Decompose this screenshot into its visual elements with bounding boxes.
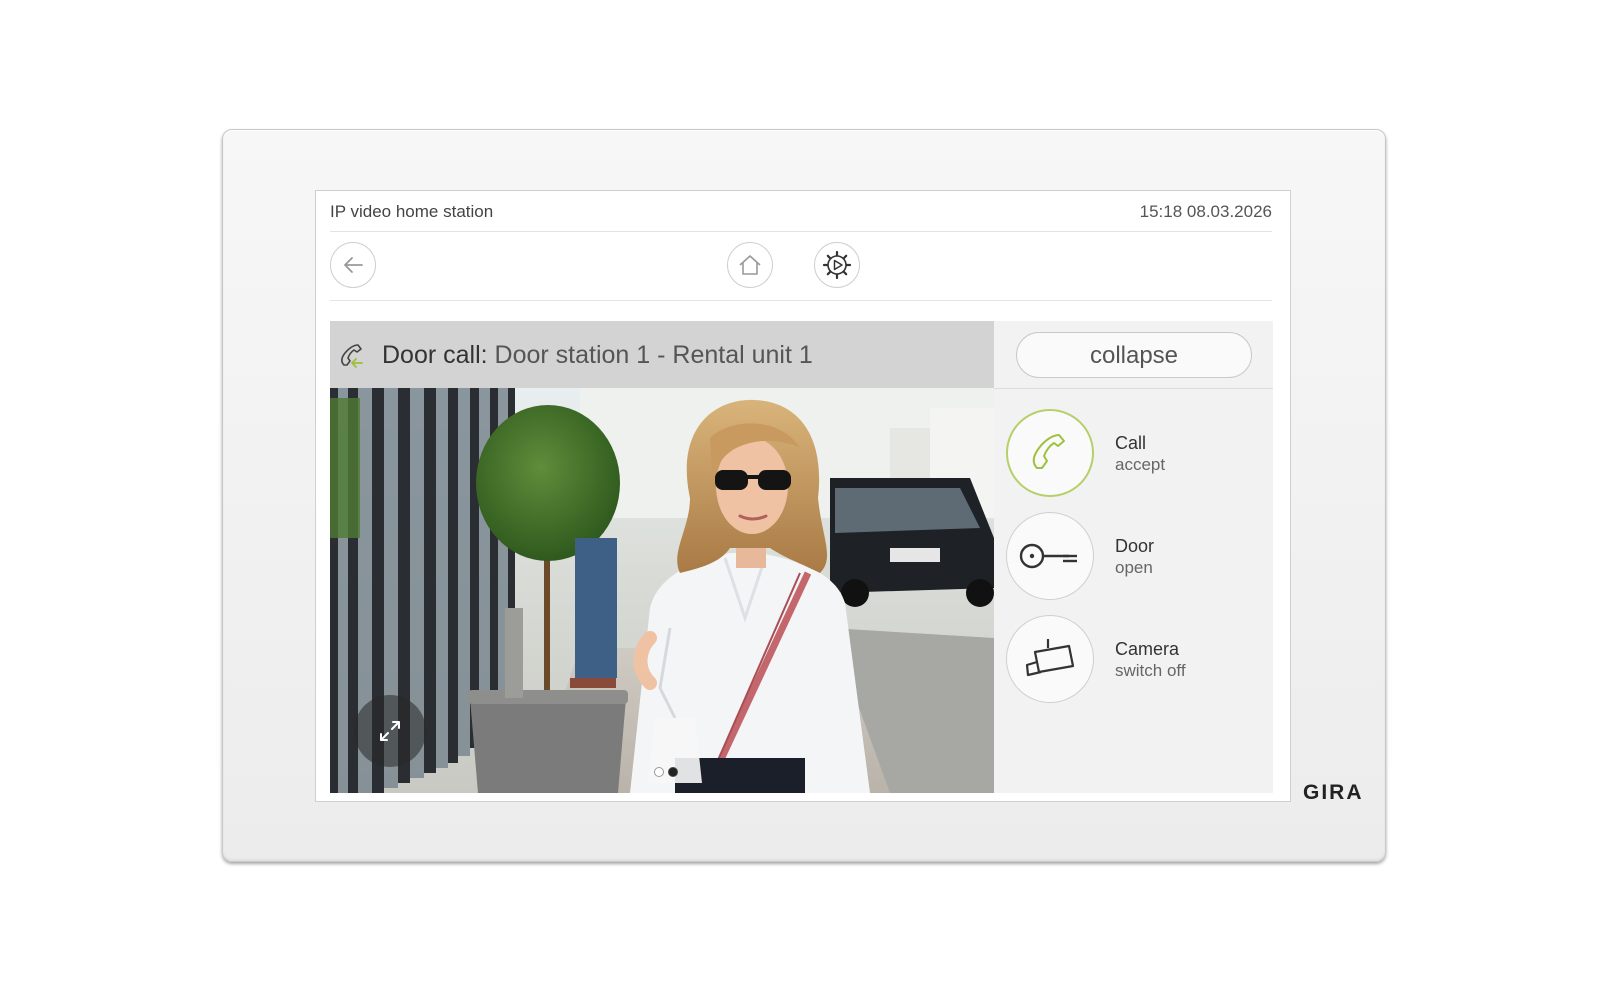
call-header: Door call: Door station 1 - Rental unit … <box>330 321 994 388</box>
collapse-button[interactable]: collapse <box>1016 332 1252 378</box>
page-indicator <box>654 767 678 777</box>
settings-button[interactable] <box>814 242 860 288</box>
call-accept-button[interactable] <box>1006 409 1094 497</box>
camera-video-feed <box>330 388 994 793</box>
home-button[interactable] <box>727 242 773 288</box>
page-dot-2[interactable] <box>668 767 678 777</box>
title-bar: IP video home station 15:18 08.03.2026 <box>330 191 1272 232</box>
camera-off-action[interactable]: Camera switch off <box>1006 615 1246 707</box>
call-label: Door call: <box>382 341 488 369</box>
video-panel: Door call: Door station 1 - Rental unit … <box>330 321 994 793</box>
action-title: Camera <box>1115 639 1180 659</box>
call-title: Door call: Door station 1 - Rental unit … <box>382 341 813 370</box>
door-open-action[interactable]: Door open <box>1006 512 1246 604</box>
nav-bar <box>330 232 1272 301</box>
expand-icon <box>380 721 400 741</box>
home-icon <box>739 255 761 275</box>
call-source: Door station 1 - Rental unit 1 <box>494 341 813 369</box>
key-icon <box>1019 543 1077 569</box>
camera-off-button[interactable] <box>1006 615 1094 703</box>
action-subtitle: switch off <box>1115 661 1186 680</box>
gear-play-icon <box>822 250 852 280</box>
panel-divider <box>994 388 1273 389</box>
touch-screen: IP video home station 15:18 08.03.2026 D… <box>315 190 1291 802</box>
camera-icon <box>1025 639 1075 677</box>
action-title: Call <box>1115 433 1147 453</box>
brand-logo: GIRA <box>1303 781 1364 804</box>
page-dot-1[interactable] <box>654 767 664 777</box>
arrow-left-icon <box>344 257 363 273</box>
phone-handset-icon <box>1032 434 1065 469</box>
action-title: Door <box>1115 536 1155 556</box>
app-title: IP video home station <box>330 202 494 221</box>
clock: 15:18 08.03.2026 <box>1139 202 1272 221</box>
call-accept-action[interactable]: Call accept <box>1006 409 1246 501</box>
door-camera-image <box>330 388 994 793</box>
action-subtitle: accept <box>1115 455 1166 474</box>
action-subtitle: open <box>1115 558 1153 577</box>
action-panel: collapse Call accept Door open Camera sw… <box>994 321 1273 793</box>
door-open-button[interactable] <box>1006 512 1094 600</box>
fullscreen-button[interactable] <box>354 695 426 767</box>
back-button[interactable] <box>330 242 376 288</box>
incoming-call-icon <box>341 344 363 368</box>
